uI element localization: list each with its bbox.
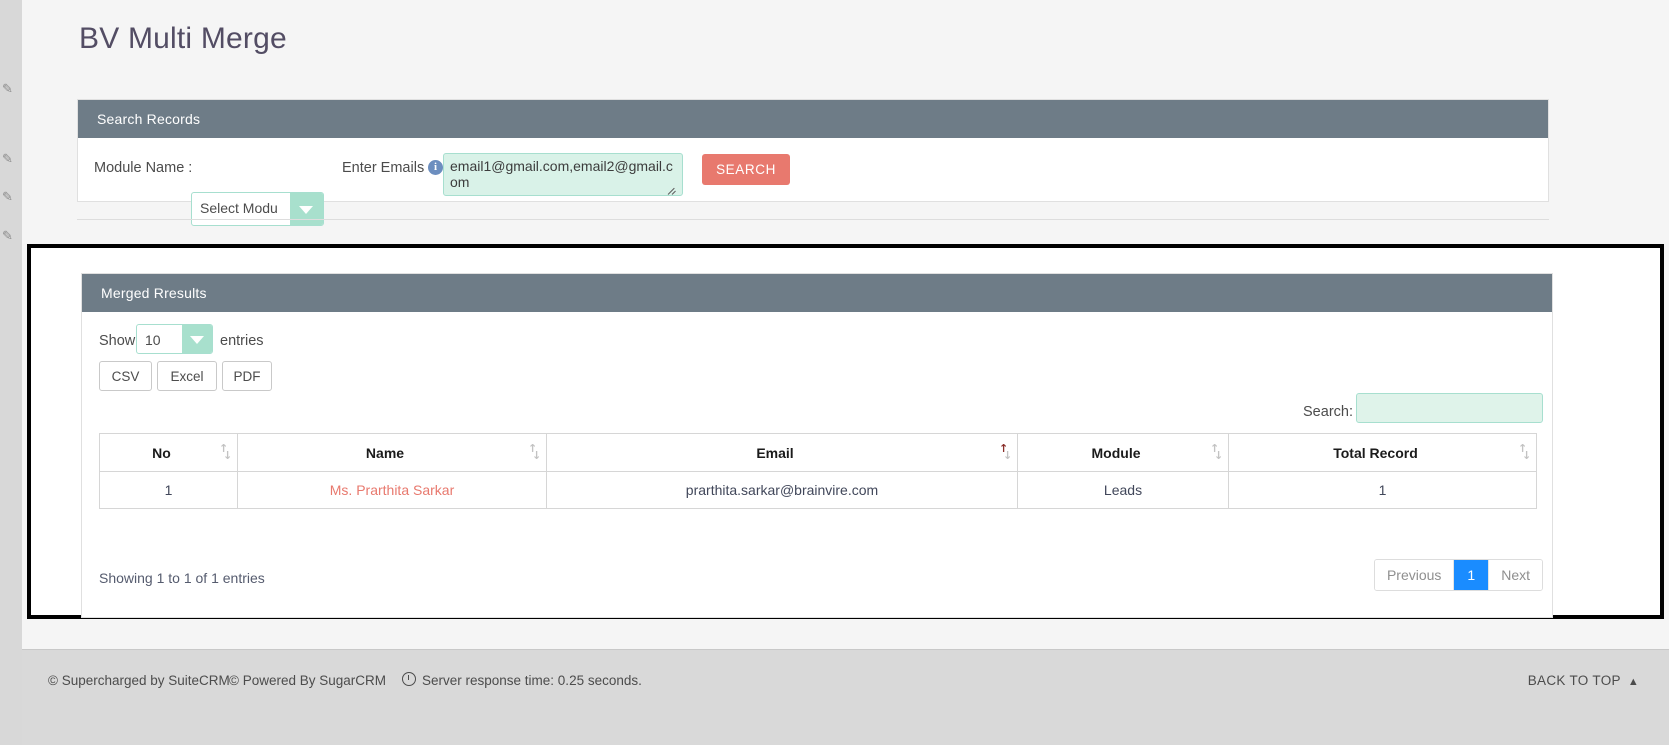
clock-icon	[402, 672, 416, 686]
column-label: No	[152, 444, 171, 461]
showing-entries-info: Showing 1 to 1 of 1 entries	[99, 570, 265, 586]
back-to-top-label: BACK TO TOP	[1527, 673, 1621, 688]
export-pdf-button[interactable]: PDF	[222, 361, 272, 391]
module-select-control[interactable]: Select Modu	[191, 192, 324, 226]
cell-no: 1	[99, 471, 238, 509]
footer-sugarcrm-credit: © Powered By SugarCRM	[229, 673, 387, 688]
search-records-body: Module Name : Select Modu Enter Emails :…	[78, 138, 1548, 226]
record-name-link[interactable]: Ms. Prarthita Sarkar	[330, 482, 454, 498]
search-records-panel: Search Records Module Name : Select Modu…	[77, 99, 1549, 226]
search-records-header: Search Records	[78, 100, 1548, 138]
pencil-icon[interactable]: ✎	[2, 229, 16, 243]
merged-results-body: Show 10 entries CSV Excel PDF Search: No…	[82, 312, 1552, 617]
cell-module: Leads	[1017, 471, 1229, 509]
column-label: Total Record	[1333, 444, 1418, 461]
column-header-total-record[interactable]: Total Record ↑ ↓	[1228, 433, 1537, 472]
emails-input[interactable]	[443, 153, 683, 196]
pencil-icon[interactable]: ✎	[2, 82, 16, 96]
page-title: BV Multi Merge	[79, 22, 287, 55]
chevron-down-icon[interactable]	[290, 193, 323, 225]
merged-results-panel: Merged Rresults Show 10 entries CSV Exce…	[81, 273, 1553, 618]
search-button[interactable]: SEARCH	[702, 154, 790, 185]
merged-results-table: No ↑ ↓ Name ↑ ↓ Email ↑ ↓ Module ↑ ↓ Tot…	[99, 433, 1537, 509]
pagination-next[interactable]: Next	[1489, 560, 1542, 590]
app-page: ✎ ✎ ✎ ✎ BV Multi Merge Search Records Mo…	[0, 0, 1669, 745]
left-sidebar: ✎ ✎ ✎ ✎	[0, 0, 22, 745]
footer-suitecrm-credit: © Supercharged by SuiteCRM	[48, 673, 230, 688]
table-search-label: Search:	[1303, 404, 1353, 420]
entries-label: entries	[220, 333, 264, 349]
enter-emails-label: Enter Emails :	[342, 160, 433, 176]
footer-response-time: Server response time: 0.25 seconds.	[422, 673, 642, 688]
column-label: Email	[756, 444, 794, 461]
module-select-value: Select Modu	[200, 200, 278, 216]
table-header-row: No ↑ ↓ Name ↑ ↓ Email ↑ ↓ Module ↑ ↓ Tot…	[99, 433, 1537, 472]
show-entries-label: Show	[99, 333, 136, 349]
cell-email: prarthita.sarkar@brainvire.com	[546, 471, 1018, 509]
page-length-control[interactable]: 10	[136, 324, 213, 354]
page-length-value: 10	[145, 332, 161, 348]
pencil-icon[interactable]: ✎	[2, 190, 16, 204]
pagination: Previous 1 Next	[1373, 559, 1543, 591]
table-search-input[interactable]	[1356, 393, 1543, 423]
module-name-label: Module Name :	[94, 160, 193, 176]
cell-total-record: 1	[1228, 471, 1537, 509]
pencil-icon[interactable]: ✎	[2, 152, 16, 166]
column-header-email[interactable]: Email ↑ ↓	[546, 433, 1018, 472]
merged-results-header: Merged Rresults	[82, 274, 1552, 312]
section-divider	[77, 219, 1549, 220]
back-to-top-button[interactable]: BACK TO TOP ▲	[1528, 673, 1639, 688]
caret-up-icon: ▲	[1627, 676, 1639, 688]
pagination-previous[interactable]: Previous	[1374, 560, 1455, 590]
pagination-page-1[interactable]: 1	[1454, 560, 1490, 590]
module-name-select[interactable]: Select Modu	[191, 192, 324, 226]
info-icon[interactable]: i	[428, 160, 443, 175]
chevron-down-icon[interactable]	[182, 325, 212, 353]
sort-arrows-icon[interactable]: ↑ ↓	[999, 443, 1012, 461]
main-content: BV Multi Merge Search Records Module Nam…	[22, 0, 1669, 745]
sort-arrows-icon[interactable]: ↑ ↓	[528, 443, 541, 461]
page-footer: © Supercharged by SuiteCRM © Powered By …	[22, 649, 1669, 745]
export-excel-button[interactable]: Excel	[157, 361, 217, 391]
results-highlight-box: Merged Rresults Show 10 entries CSV Exce…	[27, 244, 1664, 619]
sort-arrows-icon[interactable]: ↑ ↓	[1210, 443, 1223, 461]
export-csv-button[interactable]: CSV	[99, 361, 152, 391]
page-length-select[interactable]: 10	[136, 324, 213, 354]
column-label: Module	[1091, 444, 1141, 461]
sort-arrows-icon[interactable]: ↑ ↓	[1518, 443, 1531, 461]
column-header-no[interactable]: No ↑ ↓	[99, 433, 238, 472]
column-header-name[interactable]: Name ↑ ↓	[237, 433, 547, 472]
cell-name: Ms. Prarthita Sarkar	[237, 471, 547, 509]
table-row: 1 Ms. Prarthita Sarkar prarthita.sarkar@…	[99, 471, 1537, 509]
sort-arrows-icon[interactable]: ↑ ↓	[219, 443, 232, 461]
column-header-module[interactable]: Module ↑ ↓	[1017, 433, 1229, 472]
column-label: Name	[365, 444, 405, 461]
